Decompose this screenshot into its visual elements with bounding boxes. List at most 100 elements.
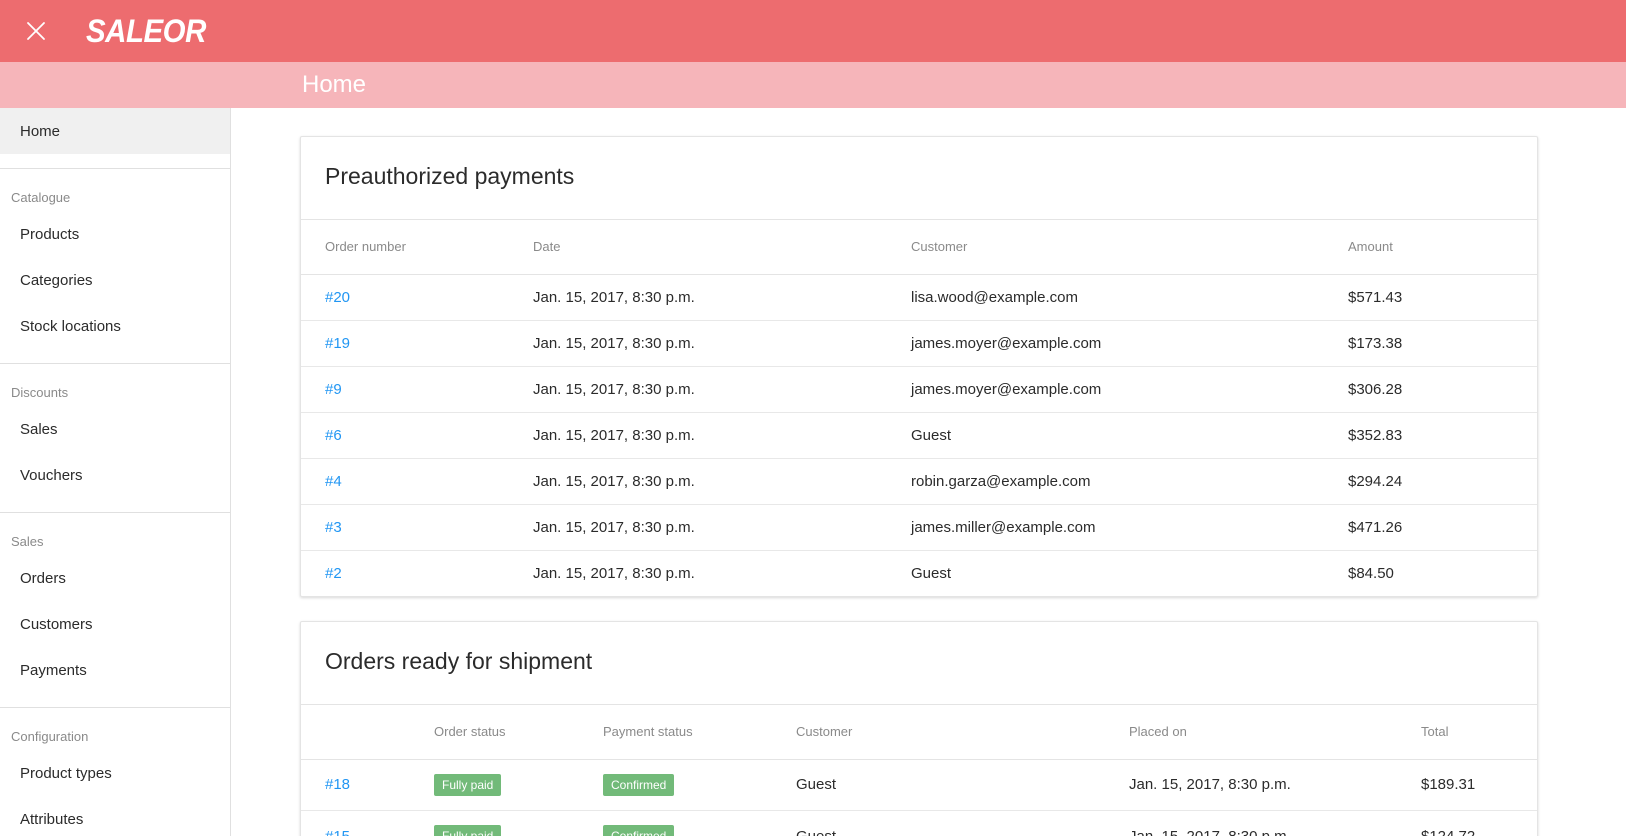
cell-payment-status: Confirmed — [603, 811, 796, 836]
sidebar-section-catalogue: Catalogue Products Categories Stock loca… — [0, 169, 230, 356]
table-row[interactable]: #6 Jan. 15, 2017, 8:30 p.m. Guest $352.8… — [301, 412, 1537, 459]
column-header-placed-on: Placed on — [1129, 703, 1421, 760]
cell-date: Jan. 15, 2017, 8:30 p.m. — [533, 458, 911, 505]
order-link[interactable]: #2 — [325, 565, 342, 582]
order-link[interactable]: #18 — [325, 776, 350, 793]
preauthorized-payments-table: Order number Date Customer Amount #20 Ja… — [301, 218, 1537, 597]
cell-customer: Guest — [796, 759, 1129, 812]
table-row[interactable]: #4 Jan. 15, 2017, 8:30 p.m. robin.garza@… — [301, 458, 1537, 505]
table-row[interactable]: #2 Jan. 15, 2017, 8:30 p.m. Guest $84.50 — [301, 550, 1537, 596]
table-body: #20 Jan. 15, 2017, 8:30 p.m. lisa.wood@e… — [301, 274, 1537, 596]
sidebar-item-label: Sales — [20, 420, 58, 438]
sidebar-item-label: Customers — [20, 615, 93, 633]
card-title: Orders ready for shipment — [325, 648, 593, 675]
cell-amount: $173.38 — [1348, 320, 1537, 367]
column-header-order-status: Order status — [434, 703, 603, 760]
sidebar-item-vouchers[interactable]: Vouchers — [0, 452, 230, 498]
column-header-payment-status: Payment status — [603, 703, 796, 760]
sidebar-section-discounts: Discounts Sales Vouchers — [0, 364, 230, 505]
column-header-total: Total — [1421, 703, 1537, 760]
sidebar-item-label: Products — [20, 225, 80, 243]
column-header-amount: Amount — [1348, 218, 1537, 275]
sidebar-item-label: Home — [20, 122, 61, 140]
orders-ready-for-shipment-table: Order status Payment status Customer Pla… — [301, 703, 1537, 836]
sidebar-item-label: Product types — [20, 764, 112, 782]
cell-date: Jan. 15, 2017, 8:30 p.m. — [533, 366, 911, 413]
order-link[interactable]: #15 — [325, 828, 350, 836]
cell-payment-status: Confirmed — [603, 759, 796, 812]
cell-customer: Guest — [911, 564, 952, 582]
table-row[interactable]: #18 Fully paid Confirmed Guest Jan. 15, … — [301, 759, 1537, 812]
saleor-logo[interactable]: SALEOR — [86, 15, 206, 47]
sidebar-item-customers[interactable]: Customers — [0, 601, 230, 647]
table-row[interactable]: #20 Jan. 15, 2017, 8:30 p.m. lisa.wood@e… — [301, 274, 1537, 321]
column-header-customer: Customer — [911, 218, 1348, 275]
cell-order-status: Fully paid — [434, 811, 603, 836]
sidebar-item-orders[interactable]: Orders — [0, 555, 230, 601]
card-preauthorized-payments: Preauthorized payments Order number Date… — [300, 136, 1538, 598]
order-link[interactable]: #6 — [325, 427, 342, 444]
sidebar-group-label-sales: Sales — [11, 534, 44, 549]
table-row[interactable]: #15 Fully paid Confirmed Guest Jan. 15, … — [301, 811, 1537, 836]
cell-customer: lisa.wood@example.com — [911, 274, 1348, 321]
cell-total: $189.31 — [1421, 759, 1537, 812]
column-header-order-number: Order number — [301, 218, 533, 275]
cell-customer: james.miller@example.com — [911, 504, 1348, 551]
cell-amount: $571.43 — [1348, 274, 1537, 321]
cell-amount: $352.83 — [1348, 412, 1537, 459]
order-link[interactable]: #19 — [325, 335, 350, 352]
sidebar-item-label: Attributes — [20, 810, 84, 828]
sidebar-section-main: Home — [0, 108, 230, 161]
app-bar: SALEOR — [0, 0, 1626, 62]
table-row[interactable]: #19 Jan. 15, 2017, 8:30 p.m. james.moyer… — [301, 320, 1537, 367]
table-row[interactable]: #3 Jan. 15, 2017, 8:30 p.m. james.miller… — [301, 504, 1537, 551]
sidebar-item-products[interactable]: Products — [0, 211, 230, 257]
column-header-order-number — [301, 703, 434, 760]
cell-customer: Guest — [796, 811, 1129, 836]
order-link[interactable]: #3 — [325, 519, 342, 536]
cell-order-number: #6 — [301, 412, 533, 459]
sidebar-group-label-configuration: Configuration — [11, 729, 89, 744]
order-link[interactable]: #4 — [325, 473, 342, 490]
order-link[interactable]: #20 — [325, 289, 350, 306]
sidebar-item-payments[interactable]: Payments — [0, 647, 230, 693]
cell-order-number: #18 — [301, 759, 434, 812]
breadcrumb-bar: Home — [0, 62, 1626, 108]
cell-date: Jan. 15, 2017, 8:30 p.m. — [533, 320, 911, 367]
main-content: Preauthorized payments Order number Date… — [231, 108, 1626, 836]
cell-amount: $294.24 — [1348, 458, 1537, 505]
status-badge-order: Fully paid — [434, 773, 502, 797]
sidebar-item-home[interactable]: Home — [0, 108, 230, 154]
sidebar-item-categories[interactable]: Categories — [0, 257, 230, 303]
cell-order-number: #3 — [301, 504, 533, 551]
sidebar-item-attributes[interactable]: Attributes — [0, 796, 230, 836]
order-link[interactable]: #9 — [325, 381, 342, 398]
table-head: Order status Payment status Customer Pla… — [301, 703, 1537, 760]
status-badge-payment: Confirmed — [603, 825, 675, 836]
cell-date: Jan. 15, 2017, 8:30 p.m. — [533, 274, 911, 321]
cell-order-number: #9 — [301, 366, 533, 413]
sidebar-item-label: Orders — [20, 569, 66, 587]
cell-customer: Guest — [911, 412, 1348, 459]
table-head: Order number Date Customer Amount — [301, 218, 1537, 275]
sidebar-item-product-types[interactable]: Product types — [0, 750, 230, 796]
sidebar-item-label: Payments — [20, 661, 87, 679]
close-button[interactable] — [14, 9, 58, 53]
sidebar-item-stock-locations[interactable]: Stock locations — [0, 303, 230, 349]
close-icon — [25, 20, 47, 42]
sidebar: Home Catalogue Products Categories Stock… — [0, 108, 231, 836]
status-badge-payment: Confirmed — [603, 773, 675, 797]
breadcrumb-home[interactable]: Home — [302, 73, 366, 97]
table-header-row: Order status Payment status Customer Pla… — [301, 703, 1537, 760]
cell-placed-on: Jan. 15, 2017, 8:30 p.m. — [1129, 759, 1421, 812]
sidebar-item-sales[interactable]: Sales — [0, 406, 230, 452]
cell-customer: robin.garza@example.com — [911, 458, 1348, 505]
sidebar-section-sales: Sales Orders Customers Payments — [0, 513, 230, 700]
card-orders-ready-for-shipment: Orders ready for shipment Order status P… — [300, 621, 1538, 836]
table-row[interactable]: #9 Jan. 15, 2017, 8:30 p.m. james.moyer@… — [301, 366, 1537, 413]
sidebar-item-label: Categories — [20, 271, 93, 289]
cell-order-number: #20 — [301, 274, 533, 321]
table-body: #18 Fully paid Confirmed Guest Jan. 15, … — [301, 759, 1537, 836]
cell-date: Jan. 15, 2017, 8:30 p.m. — [533, 564, 695, 582]
sidebar-section-configuration: Configuration Product types Attributes — [0, 708, 230, 836]
